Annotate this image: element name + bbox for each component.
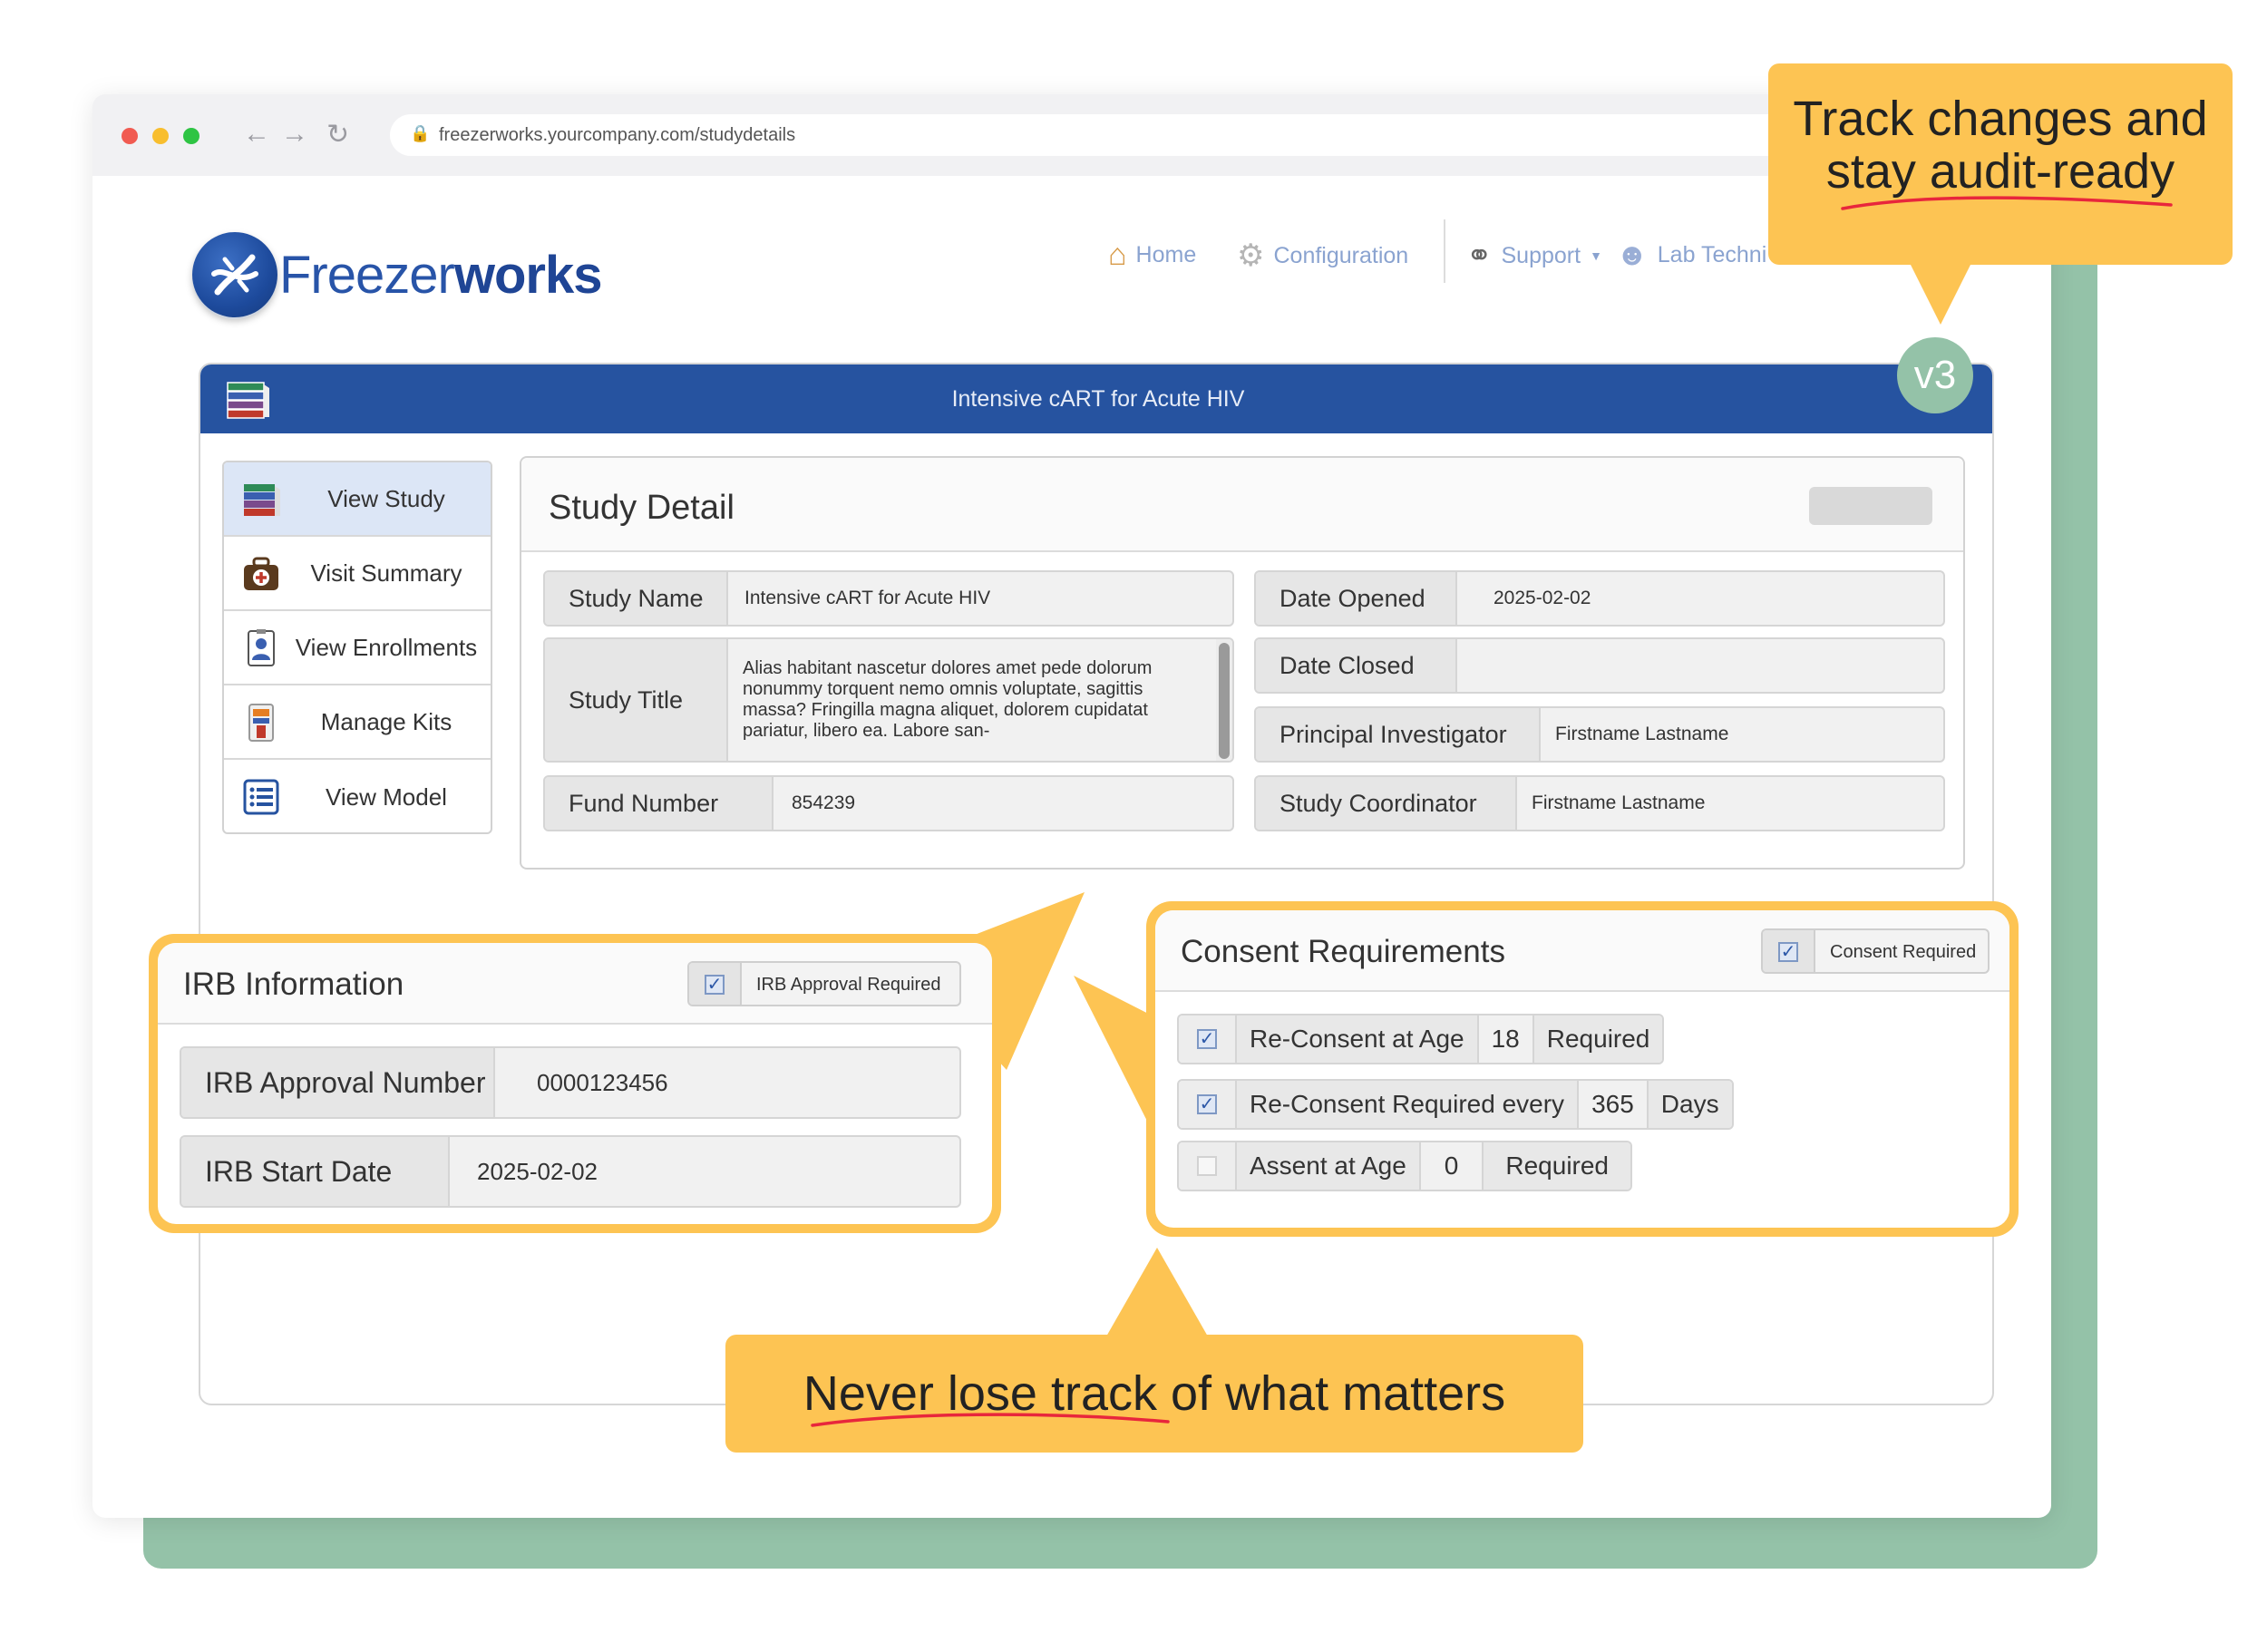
callout-top-line1: Track changes and xyxy=(1793,92,2208,146)
checkmark-icon[interactable]: ✓ xyxy=(1778,942,1798,962)
browser-toolbar: ← → ↻ 🔒 freezerworks.yourcompany.com/stu… xyxy=(92,94,2051,176)
study-title-label: Study Title xyxy=(545,639,728,761)
home-icon: ⌂ xyxy=(1108,238,1127,272)
kit-icon xyxy=(248,704,274,742)
study-title-field: Study Title Alias habitant nascetur dolo… xyxy=(543,637,1234,763)
callout-pointer xyxy=(1910,263,1971,325)
forward-arrow-icon[interactable]: → xyxy=(281,119,308,150)
reconsent-age-row: ✓ Re-Consent at Age 18 Required xyxy=(1177,1014,1665,1064)
study-detail-card: Study Detail Study Name Intensive cART f… xyxy=(520,456,1965,870)
study-title-value[interactable]: Alias habitant nascetur dolores amet ped… xyxy=(743,639,1205,761)
url-bar[interactable]: 🔒 freezerworks.yourcompany.com/studydeta… xyxy=(390,114,1931,156)
fund-number-field: Fund Number 854239 xyxy=(543,775,1234,831)
lock-icon: 🔒 xyxy=(410,124,431,142)
nav-home-link[interactable]: ⌂ Home xyxy=(1108,238,1196,273)
nav-support-menu[interactable]: ⚭ Support ▼ xyxy=(1466,238,1602,274)
users-icon: ☻ xyxy=(1616,238,1649,272)
study-sidebar: View Study Visit Summary View Enrollment… xyxy=(222,461,492,834)
gear-icon: ⚙ xyxy=(1237,238,1265,273)
medical-bag-icon xyxy=(244,557,278,590)
date-closed-field: Date Closed xyxy=(1254,637,1945,694)
nav-divider xyxy=(1444,219,1445,283)
id-badge-icon xyxy=(248,629,275,666)
reconsent-age-checkbox[interactable]: ✓ xyxy=(1197,1029,1217,1049)
logo-wordmark: Freezerworks xyxy=(279,246,602,305)
assent-age-checkbox[interactable] xyxy=(1197,1156,1217,1176)
study-header-title: Intensive cART for Acute HIV xyxy=(951,386,1245,412)
sidebar-item-view-study[interactable]: View Study xyxy=(224,462,491,537)
reconsent-every-input[interactable]: 365 xyxy=(1579,1081,1649,1128)
sidebar-item-visit-summary[interactable]: Visit Summary xyxy=(224,537,491,611)
fund-number-label: Fund Number xyxy=(545,777,774,830)
reconsent-age-input[interactable]: 18 xyxy=(1479,1015,1534,1063)
underline-squiggle xyxy=(1841,196,2173,210)
study-name-label: Study Name xyxy=(545,572,728,625)
consent-title: Consent Requirements xyxy=(1181,934,1505,969)
irb-title: IRB Information xyxy=(183,967,404,1002)
study-coordinator-field: Study Coordinator Firstname Lastname xyxy=(1254,775,1945,831)
detail-action-button[interactable] xyxy=(1809,487,1932,525)
books-icon xyxy=(244,484,280,516)
nav-user-menu[interactable]: ☻ Lab Techni xyxy=(1616,238,1766,273)
callout-never-lose-track: Never lose track of what matters xyxy=(725,1335,1583,1453)
assent-age-input[interactable]: 0 xyxy=(1421,1142,1484,1190)
date-opened-label: Date Opened xyxy=(1256,572,1457,625)
callout-track-changes: Track changes and stay audit-ready xyxy=(1768,63,2233,265)
maximize-window-dot[interactable] xyxy=(183,128,199,144)
back-arrow-icon[interactable]: ← xyxy=(243,119,270,150)
study-detail-header: Study Detail xyxy=(521,458,1963,552)
principal-investigator-value[interactable]: Firstname Lastname xyxy=(1555,708,1728,761)
caret-down-icon: ▼ xyxy=(1590,248,1602,263)
irb-approval-number-value[interactable]: 0000123456 xyxy=(537,1048,668,1117)
checkmark-icon[interactable]: ✓ xyxy=(705,975,725,995)
study-detail-title: Study Detail xyxy=(549,489,735,527)
consent-header: Consent Requirements ✓ Consent Required xyxy=(1155,910,2009,992)
principal-investigator-label: Principal Investigator xyxy=(1256,708,1541,761)
reconsent-every-checkbox[interactable]: ✓ xyxy=(1197,1094,1217,1114)
fund-number-value[interactable]: 854239 xyxy=(792,777,855,830)
principal-investigator-field: Principal Investigator Firstname Lastnam… xyxy=(1254,706,1945,763)
irb-approval-number-field: IRB Approval Number 0000123456 xyxy=(180,1046,961,1119)
sidebar-item-view-enrollments[interactable]: View Enrollments xyxy=(224,611,491,685)
study-header-bar: Intensive cART for Acute HIV xyxy=(200,364,1992,433)
underline-squiggle xyxy=(811,1413,1170,1427)
study-name-field: Study Name Intensive cART for Acute HIV xyxy=(543,570,1234,627)
irb-start-date-field: IRB Start Date 2025-02-02 xyxy=(180,1135,961,1208)
irb-approval-required-checkbox[interactable]: ✓ IRB Approval Required xyxy=(687,961,961,1006)
study-coordinator-value[interactable]: Firstname Lastname xyxy=(1532,777,1705,830)
assent-age-row: Assent at Age 0 Required xyxy=(1177,1141,1633,1191)
date-opened-field: Date Opened 2025-02-02 xyxy=(1254,570,1945,627)
irb-information-card: IRB Information ✓ IRB Approval Required … xyxy=(158,943,992,1224)
reconsent-every-row: ✓ Re-Consent Required every 365 Days xyxy=(1177,1079,1734,1130)
bottom-callout-pointer xyxy=(1106,1248,1208,1336)
study-coordinator-label: Study Coordinator xyxy=(1256,777,1517,830)
study-name-value[interactable]: Intensive cART for Acute HIV xyxy=(744,572,990,625)
list-icon xyxy=(243,779,279,815)
study-title-scrollbar[interactable] xyxy=(1216,639,1232,761)
irb-start-date-value[interactable]: 2025-02-02 xyxy=(477,1137,598,1206)
date-opened-value[interactable]: 2025-02-02 xyxy=(1493,572,1591,625)
url-text: freezerworks.yourcompany.com/studydetail… xyxy=(439,125,796,145)
close-window-dot[interactable] xyxy=(122,128,138,144)
irb-start-date-label: IRB Start Date xyxy=(181,1137,450,1206)
sidebar-item-view-model[interactable]: View Model xyxy=(224,760,491,832)
consent-requirements-card: Consent Requirements ✓ Consent Required … xyxy=(1155,910,2009,1228)
irb-approval-number-label: IRB Approval Number xyxy=(181,1048,495,1117)
irb-header: IRB Information ✓ IRB Approval Required xyxy=(158,943,992,1025)
version-badge: v3 xyxy=(1897,337,1973,413)
scrollbar-thumb[interactable] xyxy=(1219,643,1230,759)
consent-required-checkbox[interactable]: ✓ Consent Required xyxy=(1761,928,1990,974)
nav-configuration-link[interactable]: ⚙ Configuration xyxy=(1237,238,1408,274)
reload-icon[interactable]: ↻ xyxy=(326,119,349,151)
minimize-window-dot[interactable] xyxy=(152,128,169,144)
headset-icon: ⚭ xyxy=(1466,238,1493,273)
date-closed-label: Date Closed xyxy=(1256,639,1457,692)
freezerworks-logo-icon xyxy=(192,232,277,317)
sidebar-item-manage-kits[interactable]: Manage Kits xyxy=(224,685,491,760)
